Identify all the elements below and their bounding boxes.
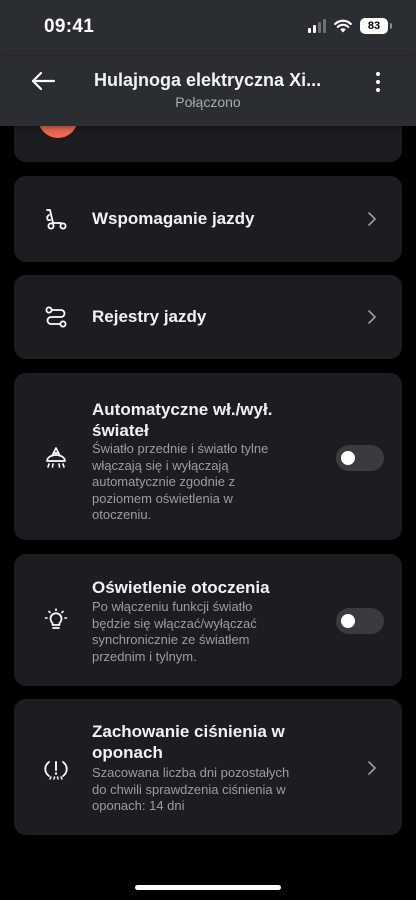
more-dot: [376, 80, 380, 84]
home-indicator[interactable]: [135, 885, 281, 890]
back-button[interactable]: [26, 64, 60, 98]
desc-line: oponach: 14 dni: [92, 798, 185, 813]
bulb-icon: [42, 606, 70, 634]
riding-assist-label: Wspomaganie jazdy: [92, 209, 255, 228]
desc-line: Szacowana liczba dni pozostałych: [92, 765, 290, 780]
tire-pressure-item[interactable]: Zachowanie ciśnienia w oponach Szacowana…: [14, 699, 402, 835]
chevron-right-icon: [366, 212, 378, 226]
desc-line: przednim i tylnym.: [92, 648, 197, 664]
battery-icon: 83: [360, 18, 392, 34]
desc-line: Po włączeniu funkcji światło: [92, 599, 253, 614]
ambient-lighting-toggle[interactable]: [336, 608, 384, 634]
more-dot: [376, 72, 380, 76]
ambient-lighting-item: Oświetlenie otoczenia Po włączeniu funkc…: [14, 554, 402, 686]
tire-pressure-icon: [42, 755, 70, 783]
desc-line: do chwili sprawdzenia ciśnienia w: [92, 781, 286, 797]
arrow-left-icon: [31, 71, 56, 91]
desc-line: poziomem oświetlenia w: [92, 490, 233, 506]
auto-lights-toggle[interactable]: [336, 445, 384, 471]
toggle-knob: [341, 451, 355, 465]
page-title: Hulajnoga elektryczna Xi...: [94, 70, 322, 90]
toggle-knob: [341, 614, 355, 628]
tire-pressure-title-line1: Zachowanie ciśnienia w: [92, 722, 285, 741]
settings-list: Wspomaganie jazdy Rejestry jazdy Automat…: [0, 0, 416, 900]
route-icon: [42, 303, 70, 331]
auto-lights-description: Światło przednie i światło tylne włączaj…: [92, 441, 318, 524]
auto-lights-title-line1: Automatyczne wł./wył.: [92, 400, 273, 419]
auto-lights-item: Automatyczne wł./wył. świateł Światło pr…: [14, 373, 402, 540]
status-bar: 09:41 83: [0, 0, 416, 56]
chevron-right-icon: [366, 761, 378, 775]
auto-light-icon: [42, 443, 70, 471]
desc-line: Światło przednie i światło tylne: [92, 441, 269, 456]
app-header: Hulajnoga elektryczna Xi... Połączono: [0, 56, 416, 126]
ambient-lighting-title: Oświetlenie otoczenia: [92, 578, 270, 597]
desc-line: automatycznie zgodnie z: [92, 474, 236, 489]
ride-logs-label: Rejestry jazdy: [92, 307, 207, 326]
more-options-button[interactable]: [366, 68, 390, 96]
auto-lights-title-line2: świateł: [92, 421, 149, 440]
wifi-icon: [334, 19, 352, 33]
connection-status: Połączono: [175, 94, 241, 110]
tire-pressure-title-line2: oponach: [92, 743, 163, 762]
desc-line: synchronicznie ze światłem: [92, 632, 250, 647]
status-time: 09:41: [44, 16, 95, 37]
cellular-signal-icon: [308, 19, 326, 33]
desc-line: będzie się włączać/wyłączać: [92, 615, 257, 631]
ambient-lighting-description: Po włączeniu funkcji światło będzie się …: [92, 599, 318, 665]
riding-assist-item[interactable]: Wspomaganie jazdy: [14, 176, 402, 262]
ride-logs-item[interactable]: Rejestry jazdy: [14, 275, 402, 359]
tire-pressure-description: Szacowana liczba dni pozostałych do chwi…: [92, 765, 318, 815]
desc-line: włączają się i wyłączają: [92, 457, 229, 473]
chevron-right-icon: [366, 310, 378, 324]
scooter-icon: [42, 205, 70, 233]
status-icons: 83: [308, 18, 392, 34]
desc-line: otoczeniu.: [92, 507, 152, 522]
more-dot: [376, 88, 380, 92]
